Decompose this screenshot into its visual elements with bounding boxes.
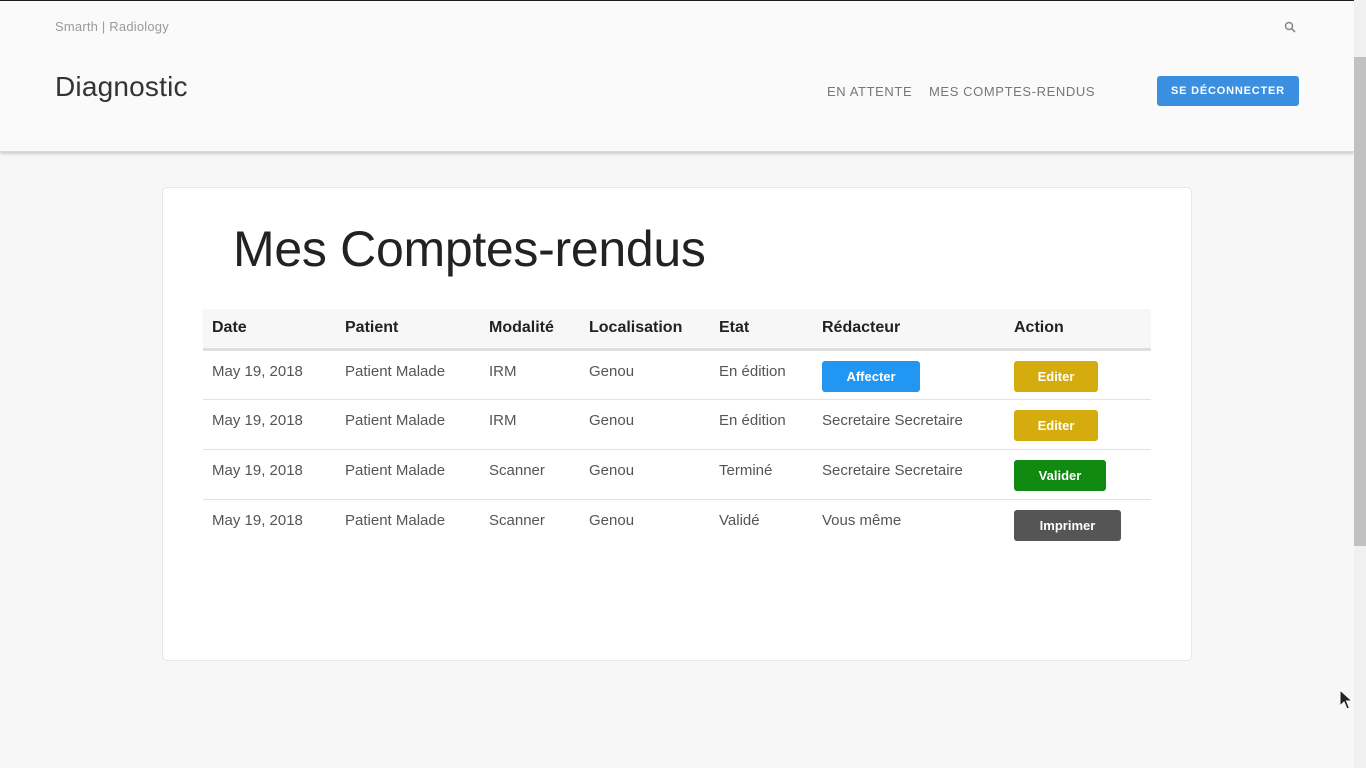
cell-etat: Validé — [719, 511, 760, 529]
table-row: May 19, 2018 Patient Malade IRM Genou En… — [203, 399, 1151, 450]
editer-button[interactable]: Editer — [1014, 409, 1098, 441]
cell-date: May 19, 2018 — [203, 349, 336, 400]
cell-patient: Patient Malade — [336, 349, 480, 400]
page-title: Mes Comptes-rendus — [233, 221, 706, 277]
search-icon[interactable] — [1284, 21, 1296, 33]
column-header-patient: Patient — [336, 309, 480, 351]
cell-redacteur: Affecter — [813, 349, 1005, 400]
valider-button[interactable]: Valider — [1014, 459, 1106, 491]
reports-card: Mes Comptes-rendus Date Patient Modalité… — [162, 187, 1192, 661]
column-header-modalite: Modalité — [480, 309, 580, 351]
cell-localisation: Genou — [580, 349, 710, 400]
reports-table: Date Patient Modalité Localisation Etat … — [203, 309, 1151, 549]
cell-redacteur: Secretaire Secretaire — [813, 449, 1005, 500]
table-row: May 19, 2018 Patient Malade Scanner Geno… — [203, 499, 1151, 549]
logout-button[interactable]: SE DÉCONNECTER — [1157, 76, 1299, 106]
brand-label: Smarth | Radiology — [55, 19, 169, 34]
cell-etat: Terminé — [710, 449, 813, 500]
editer-button[interactable]: Editer — [1014, 360, 1098, 392]
cell-patient: Patient Malade — [336, 399, 480, 450]
cell-etat: En édition — [710, 399, 813, 450]
cell-patient: Patient Malade — [345, 511, 446, 529]
scrollbar-thumb[interactable] — [1354, 57, 1366, 546]
cell-date: May 19, 2018 — [203, 449, 336, 500]
nav-en-attente[interactable]: EN ATTENTE — [827, 84, 912, 99]
column-header-etat: Etat — [710, 309, 813, 351]
cell-localisation: Genou — [580, 449, 710, 500]
cell-modalite: Scanner — [480, 449, 580, 500]
column-header-action: Action — [1005, 309, 1151, 351]
cell-modalite: IRM — [480, 349, 580, 400]
cell-action: Valider — [1005, 449, 1151, 500]
cell-action: Editer — [1005, 349, 1151, 400]
cell-action: Imprimer — [1005, 499, 1151, 549]
table-row: May 19, 2018 Patient Malade IRM Genou En… — [203, 349, 1151, 400]
cell-patient: Patient Malade — [336, 449, 480, 500]
table-header-row: Date Patient Modalité Localisation Etat … — [203, 309, 1151, 351]
nav-mes-comptes-rendus[interactable]: MES COMPTES-RENDUS — [929, 84, 1095, 99]
site-header: Smarth | Radiology Diagnostic EN ATTENTE… — [0, 1, 1354, 152]
affecter-button[interactable]: Affecter — [822, 360, 920, 392]
imprimer-button[interactable]: Imprimer — [1014, 509, 1121, 541]
column-header-localisation: Localisation — [580, 309, 710, 351]
site-title[interactable]: Diagnostic — [55, 71, 188, 103]
table-row: May 19, 2018 Patient Malade Scanner Geno… — [203, 449, 1151, 500]
mouse-cursor-icon — [1339, 689, 1353, 710]
cell-localisation: Genou — [589, 511, 635, 529]
column-header-date: Date — [203, 309, 336, 351]
cell-etat: En édition — [710, 349, 813, 400]
cell-date: May 19, 2018 — [203, 399, 336, 450]
cell-modalite: Scanner — [489, 511, 545, 529]
cell-modalite: IRM — [480, 399, 580, 450]
cell-redacteur: Secretaire Secretaire — [813, 399, 1005, 450]
cell-action: Editer — [1005, 399, 1151, 450]
cell-date: May 19, 2018 — [212, 511, 303, 529]
column-header-redacteur: Rédacteur — [813, 309, 1005, 351]
cell-redacteur: Vous même — [822, 511, 902, 529]
cell-localisation: Genou — [580, 399, 710, 450]
